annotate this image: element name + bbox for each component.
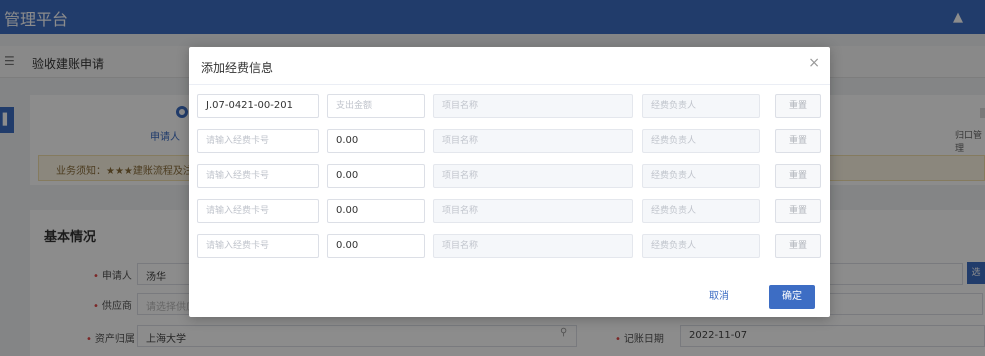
- funding-card-input[interactable]: 请输入经费卡号: [197, 234, 319, 258]
- funding-manager-field: 经费负责人: [642, 199, 760, 223]
- funding-manager-field: 经费负责人: [642, 129, 760, 153]
- amount-input[interactable]: 支出金额: [327, 94, 425, 118]
- funding-card-input[interactable]: 请输入经费卡号: [197, 199, 319, 223]
- amount-input[interactable]: 0.00: [327, 129, 425, 153]
- reset-button[interactable]: 重置: [775, 199, 821, 223]
- funding-manager-field: 经费负责人: [642, 234, 760, 258]
- dialog-title: 添加经费信息: [201, 61, 274, 75]
- project-name-field: 项目名称: [433, 164, 633, 188]
- funding-manager-field: 经费负责人: [642, 94, 760, 118]
- funding-manager-field: 经费负责人: [642, 164, 760, 188]
- amount-input[interactable]: 0.00: [327, 234, 425, 258]
- amount-input[interactable]: 0.00: [327, 164, 425, 188]
- funding-card-input[interactable]: 请输入经费卡号: [197, 129, 319, 153]
- close-icon[interactable]: ×: [808, 55, 820, 71]
- reset-button[interactable]: 重置: [775, 234, 821, 258]
- project-name-field: 项目名称: [433, 199, 633, 223]
- amount-input[interactable]: 0.00: [327, 199, 425, 223]
- reset-button[interactable]: 重置: [775, 129, 821, 153]
- funding-card-input[interactable]: 请输入经费卡号: [197, 164, 319, 188]
- project-name-field: 项目名称: [433, 94, 633, 118]
- project-name-field: 项目名称: [433, 129, 633, 153]
- project-name-field: 项目名称: [433, 234, 633, 258]
- confirm-button[interactable]: 确定: [769, 285, 815, 309]
- add-funding-dialog: 添加经费信息 × J.07-0421-00-201 支出金额 项目名称 经费负责人 重置…: [189, 47, 830, 317]
- reset-button[interactable]: 重置: [775, 164, 821, 188]
- cancel-button[interactable]: 取消: [699, 285, 739, 309]
- funding-card-input[interactable]: J.07-0421-00-201: [197, 94, 319, 118]
- reset-button[interactable]: 重置: [775, 94, 821, 118]
- dialog-header: 添加经费信息 ×: [189, 47, 830, 85]
